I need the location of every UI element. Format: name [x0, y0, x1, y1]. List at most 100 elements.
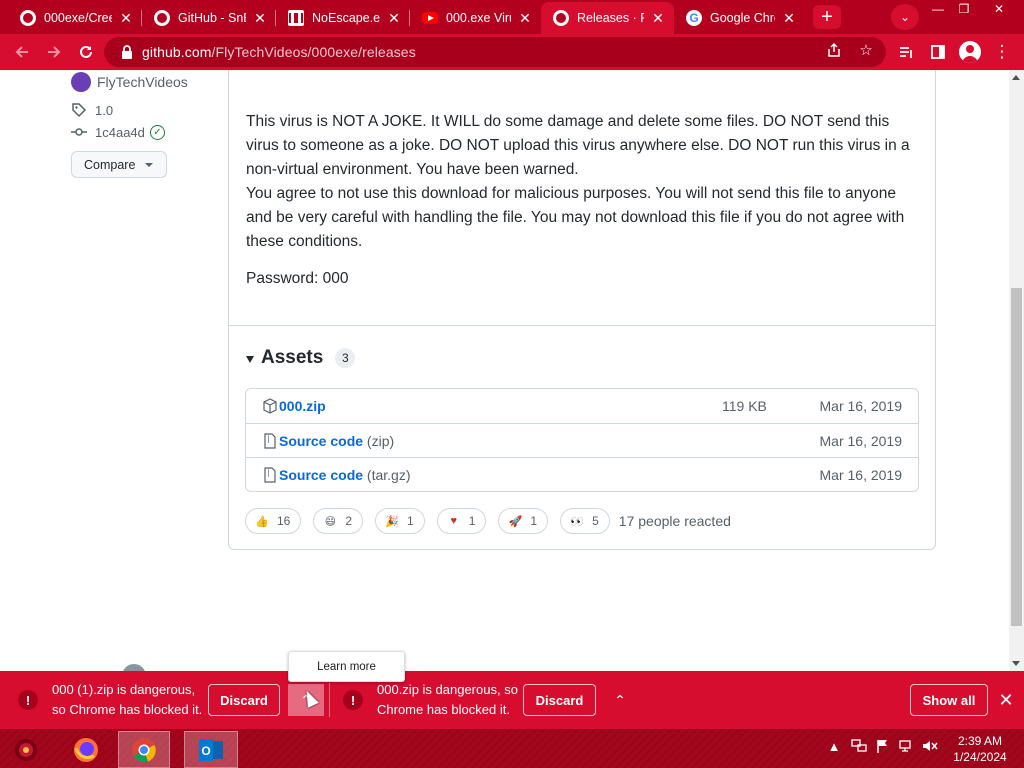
address-bar[interactable]: github.com/FlyTechVideos/000exe/releases	[104, 37, 886, 67]
close-icon[interactable]: ✕	[650, 10, 666, 26]
asset-link[interactable]: Source code (zip)	[279, 433, 394, 449]
show-all-button[interactable]: Show all	[910, 684, 988, 716]
tab-title: 000exe/Cree	[44, 11, 112, 25]
close-icon[interactable]: ✕	[252, 10, 268, 26]
reaction-rocket[interactable]: 🚀 1	[498, 508, 549, 534]
reaction-count: 16	[277, 514, 291, 528]
discard-button[interactable]: Discard	[523, 684, 596, 716]
taskbar: O ▲ 2:39 AM 1/24/2024	[0, 729, 1024, 768]
tab-title: Google Chro	[710, 11, 775, 25]
window-close-icon[interactable]: ✕	[982, 0, 1016, 18]
reaction-heart[interactable]: ♥ 1	[436, 508, 487, 534]
tab-1[interactable]: GitHub - SnB ✕	[142, 2, 276, 34]
reaction-thumbs-up[interactable]: 👍 16	[245, 508, 302, 534]
close-shelf-icon[interactable]: ✕	[996, 690, 1016, 710]
browser-toolbar: github.com/FlyTechVideos/000exe/releases…	[0, 34, 1024, 70]
firefox-icon	[74, 737, 98, 762]
system-clock[interactable]: 2:39 AM 1/24/2024	[944, 733, 1016, 765]
share-icon[interactable]	[825, 41, 843, 59]
reactions-bar: 👍 16 😄 2 🎉 1 ♥ 1 🚀 1 👀 5 17 people react…	[245, 508, 731, 534]
scroll-up-icon[interactable]	[1012, 75, 1020, 80]
compare-label: Compare	[84, 157, 136, 172]
scroll-down-icon[interactable]	[1012, 661, 1020, 666]
divider	[229, 325, 935, 326]
firefox-taskbar-button[interactable]	[60, 731, 112, 768]
tab-5[interactable]: G Google Chro ✕	[674, 2, 805, 34]
reading-list-icon[interactable]	[894, 40, 918, 64]
reaction-count: 1	[407, 514, 414, 528]
asset-link[interactable]: 000.zip	[279, 398, 326, 414]
close-icon[interactable]: ✕	[118, 10, 134, 26]
assets-toggle[interactable]: Assets 3	[246, 347, 356, 369]
tab-2[interactable]: NoEscape.exe ✕	[276, 2, 410, 34]
svg-text:O: O	[201, 744, 210, 758]
reaction-hooray[interactable]: 🎉 1	[375, 508, 425, 534]
lock-icon[interactable]	[112, 45, 142, 59]
restore-icon[interactable]: ❐	[950, 0, 978, 18]
hooray-icon: 🎉	[385, 515, 399, 528]
clock-date: 1/24/2024	[953, 750, 1007, 764]
asset-row: Source code (tar.gz) Mar 16, 2019	[246, 457, 918, 491]
page-scrollbar[interactable]	[1009, 70, 1024, 671]
close-icon[interactable]: ✕	[781, 10, 797, 26]
release-author[interactable]: FlyTechVideos	[71, 72, 188, 92]
tab-strip: 000exe/Cree ✕ GitHub - SnB ✕ NoEscape.ex…	[0, 0, 1024, 34]
news-icon	[288, 10, 304, 26]
package-icon	[262, 398, 278, 414]
download-item-0-text: 000 (1).zip is dangerous, so Chrome has …	[52, 680, 202, 720]
close-icon[interactable]: ✕	[386, 10, 402, 26]
github-icon	[553, 10, 569, 26]
tab-title: GitHub - SnB	[178, 11, 246, 25]
asset-size: 119 KB	[722, 398, 767, 414]
scrollbar-thumb[interactable]	[1011, 288, 1022, 626]
side-panel-icon[interactable]	[926, 40, 950, 64]
release-commit[interactable]: 1c4aa4d ✓	[71, 124, 165, 140]
release-tag[interactable]: 1.0	[71, 102, 113, 118]
tab-4-active[interactable]: Releases · Fly ✕	[541, 2, 674, 34]
avatar	[71, 72, 91, 92]
more-menu-icon[interactable]: ⋮	[990, 40, 1014, 64]
minimize-icon[interactable]: —	[924, 0, 952, 18]
commit-icon	[71, 124, 87, 140]
release-notes-paragraph: This virus is NOT A JOKE. It WILL do som…	[246, 113, 910, 178]
back-icon[interactable]	[10, 40, 34, 64]
reaction-eyes[interactable]: 👀 5	[560, 508, 610, 534]
new-tab-button[interactable]: +	[813, 5, 841, 29]
file-zip-icon	[262, 432, 278, 449]
reaction-count: 1	[468, 514, 476, 528]
asset-row: Source code (zip) Mar 16, 2019	[246, 423, 918, 457]
volume-muted-icon[interactable]	[922, 739, 938, 753]
outlook-icon: O	[199, 738, 223, 761]
assets-count-badge: 3	[335, 348, 356, 368]
action-center-flag-icon[interactable]	[874, 739, 890, 753]
download-status-line: 000.zip is dangerous, so	[377, 682, 518, 697]
download-options-chevron-icon[interactable]: ⌃	[602, 684, 638, 716]
chrome-taskbar-button[interactable]	[118, 731, 170, 768]
asset-ext: (zip)	[366, 432, 395, 449]
start-button[interactable]	[0, 731, 52, 768]
close-icon[interactable]: ✕	[517, 10, 533, 26]
tab-search-button[interactable]: ⌄	[891, 4, 919, 30]
network-icon[interactable]	[850, 739, 868, 753]
tab-0[interactable]: 000exe/Cree ✕	[8, 2, 142, 34]
forward-icon[interactable]	[42, 40, 66, 64]
download-status-line: 000 (1).zip is dangerous,	[52, 682, 196, 697]
reload-icon[interactable]	[74, 40, 98, 64]
reaction-laugh[interactable]: 😄 2	[313, 508, 364, 534]
show-hidden-icons[interactable]: ▲	[828, 739, 841, 754]
outlook-taskbar-button[interactable]: O	[184, 731, 238, 768]
triangle-down-icon	[246, 355, 254, 363]
download-status-line: so Chrome has blocked it.	[52, 702, 203, 717]
chrome-icon	[132, 737, 156, 762]
discard-button[interactable]: Discard	[208, 684, 280, 716]
profile-avatar-icon[interactable]	[959, 41, 981, 63]
bookmark-star-icon[interactable]: ☆	[857, 41, 875, 59]
tag-label: 1.0	[95, 102, 114, 118]
asset-link[interactable]: Source code (tar.gz)	[279, 467, 411, 483]
connection-icon[interactable]	[898, 739, 914, 753]
tag-icon	[71, 102, 87, 118]
heart-icon: ♥	[450, 515, 457, 527]
download-shelf: ! 000 (1).zip is dangerous, so Chrome ha…	[0, 671, 1024, 729]
tab-3[interactable]: 000.exe Virus ✕	[410, 2, 541, 34]
compare-button[interactable]: Compare	[71, 151, 167, 178]
